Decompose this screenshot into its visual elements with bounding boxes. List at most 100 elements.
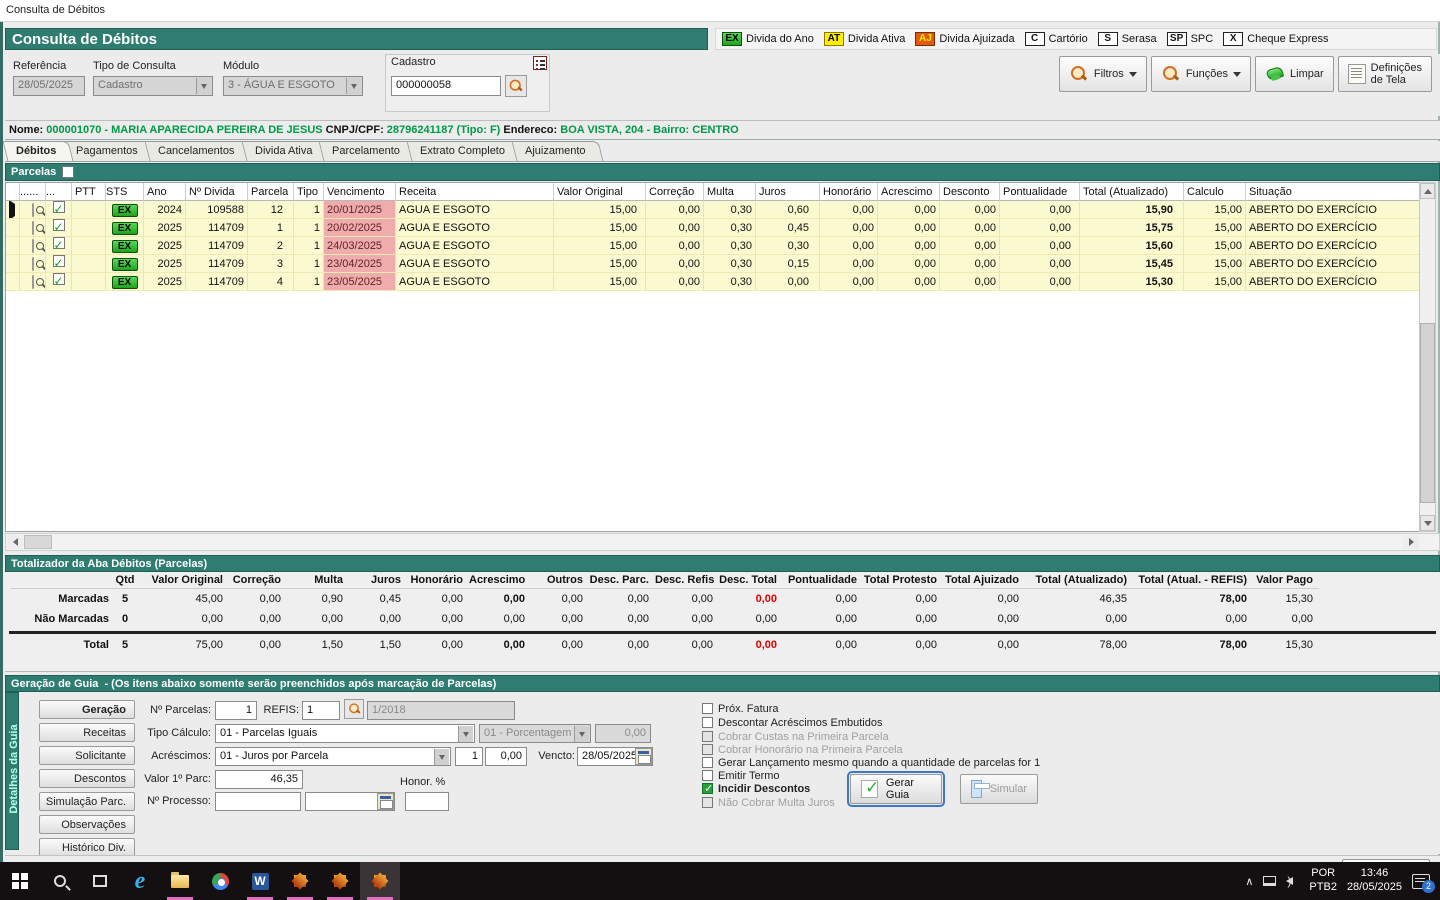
app-button-3[interactable] bbox=[360, 862, 400, 900]
funcoes-button[interactable]: Funções bbox=[1151, 56, 1251, 92]
tipo-consulta-select[interactable]: Cadastro bbox=[93, 76, 213, 96]
simular-button[interactable]: Simular bbox=[960, 774, 1038, 804]
referencia-label: Referência bbox=[13, 60, 66, 72]
search-icon bbox=[54, 875, 66, 887]
calendar-icon[interactable] bbox=[635, 748, 652, 765]
scrollbar-thumb[interactable] bbox=[24, 535, 52, 549]
descontos-button[interactable]: Descontos bbox=[39, 769, 135, 788]
windows-icon bbox=[12, 873, 28, 889]
tray-expand-icon[interactable]: ∧ bbox=[1245, 875, 1253, 888]
row-checkbox[interactable] bbox=[53, 237, 65, 249]
magnifier-icon[interactable] bbox=[32, 221, 34, 235]
file-explorer-button[interactable] bbox=[160, 862, 200, 900]
modulo-select[interactable]: 3 - ÁGUA E ESGOTO bbox=[223, 76, 363, 96]
checkbox-nao-cobrar-multa[interactable]: Não Cobrar Multa Juros bbox=[702, 796, 835, 809]
magnifier-icon[interactable] bbox=[32, 257, 34, 271]
detalhes-guia-tab[interactable]: Detalhes da Guia bbox=[5, 692, 19, 850]
table-row[interactable]: EX 2024 109588 12 1 20/01/2025 AGUA E ES… bbox=[6, 201, 1423, 219]
solicitante-button[interactable]: Solicitante bbox=[39, 746, 135, 765]
row-checkbox[interactable] bbox=[53, 201, 65, 213]
refis-field[interactable]: 1 bbox=[302, 701, 340, 720]
app-button-1[interactable] bbox=[280, 862, 320, 900]
checkbox-gerar-lancamento[interactable]: Gerar Lançamento mesmo quando a quantida… bbox=[702, 756, 1040, 769]
magnifier-icon[interactable] bbox=[32, 239, 34, 253]
totalizador-bar: Totalizador da Aba Débitos (Parcelas) bbox=[5, 555, 1440, 572]
legend-serasa: SSerasa bbox=[1098, 32, 1157, 46]
checkbox-emitir-termo[interactable]: Emitir Termo bbox=[702, 769, 780, 782]
list-icon[interactable] bbox=[533, 56, 547, 70]
parcelas-select-all-checkbox[interactable] bbox=[62, 166, 74, 178]
internet-explorer-button[interactable]: e bbox=[120, 862, 160, 900]
definicoes-tela-button[interactable]: Definiçõesde Tela bbox=[1338, 56, 1432, 92]
checkbox-cobrar-honorario[interactable]: Cobrar Honorário na Primeira Parcela bbox=[702, 743, 903, 756]
honor-field[interactable] bbox=[405, 792, 449, 811]
chevron-down-icon bbox=[1233, 72, 1241, 77]
refis-label: REFIS: bbox=[261, 704, 299, 716]
tab-cancelamentos[interactable]: Cancelamentos bbox=[145, 141, 252, 161]
observacoes-button[interactable]: Observações bbox=[39, 815, 135, 834]
nome-value: 000001070 - MARIA APARECIDA PEREIRA DE J… bbox=[46, 124, 322, 136]
processo-field[interactable] bbox=[215, 792, 301, 811]
magnifier-icon[interactable] bbox=[32, 275, 34, 289]
row-checkbox[interactable] bbox=[53, 273, 65, 285]
calculator-icon bbox=[971, 780, 982, 798]
tab-extrato-completo[interactable]: Extrato Completo bbox=[406, 141, 522, 161]
acrescimos-value-field[interactable]: 0,00 bbox=[485, 747, 527, 766]
calendar-icon[interactable] bbox=[377, 793, 394, 810]
refis-search-button[interactable] bbox=[344, 699, 364, 719]
row-checkbox[interactable] bbox=[53, 255, 65, 267]
table-row[interactable]: EX 2025 114709 1 1 20/02/2025 AGUA E ESG… bbox=[6, 219, 1423, 237]
start-button[interactable] bbox=[0, 862, 40, 900]
cadastro-search-button[interactable] bbox=[505, 75, 527, 97]
cadastro-field[interactable]: 000000058 bbox=[391, 76, 501, 96]
geracao-button[interactable]: Geração bbox=[39, 700, 135, 719]
table-row[interactable]: EX 2025 114709 3 1 23/04/2025 AGUA E ESG… bbox=[6, 255, 1423, 273]
filtros-button[interactable]: Filtros bbox=[1059, 56, 1147, 92]
scroll-right-icon[interactable] bbox=[1403, 535, 1419, 549]
grid-header-row: ...... ... PTT STS Ano Nº Divida Parcela… bbox=[6, 183, 1423, 201]
taskbar-search-button[interactable] bbox=[40, 862, 80, 900]
notifications-icon[interactable]: 2 bbox=[1412, 874, 1430, 889]
checkbox-descontar-acrescimos[interactable]: Descontar Acréscimos Embutidos bbox=[702, 716, 882, 729]
scroll-up-icon[interactable] bbox=[1420, 183, 1435, 199]
scroll-left-icon[interactable] bbox=[7, 535, 23, 549]
speaker-icon[interactable] bbox=[1286, 877, 1293, 885]
referencia-field[interactable]: 28/05/2025 bbox=[13, 76, 85, 96]
magnifier-icon[interactable] bbox=[32, 203, 34, 217]
clock[interactable]: 13:4628/05/2025 bbox=[1347, 867, 1402, 895]
app-star-icon bbox=[292, 873, 308, 889]
checkbox-incidir-descontos[interactable]: Incidir Descontos bbox=[702, 782, 810, 795]
acrescimos-n-field[interactable]: 1 bbox=[455, 747, 483, 766]
table-row[interactable]: EX 2025 114709 4 1 23/05/2025 AGUA E ESG… bbox=[6, 273, 1423, 291]
language-indicator[interactable]: PORPTB2 bbox=[1309, 867, 1337, 895]
tab-divida-ativa[interactable]: Divida Ativa bbox=[241, 141, 329, 161]
chevron-down-icon bbox=[458, 726, 473, 742]
network-icon[interactable] bbox=[1263, 876, 1276, 886]
n-parcelas-field[interactable]: 1 bbox=[215, 701, 257, 720]
table-row[interactable]: EX 2025 114709 2 1 24/03/2025 AGUA E ESG… bbox=[6, 237, 1423, 255]
horizontal-scrollbar[interactable] bbox=[5, 533, 1440, 551]
word-button[interactable]: W bbox=[240, 862, 280, 900]
tab-pagamentos[interactable]: Pagamentos bbox=[63, 141, 156, 161]
task-view-button[interactable] bbox=[80, 862, 120, 900]
check-icon bbox=[861, 780, 878, 798]
tab-debitos[interactable]: Débitos bbox=[3, 141, 74, 161]
row-checkbox[interactable] bbox=[53, 219, 65, 231]
simulacao-parc-button[interactable]: Simulação Parc. bbox=[39, 792, 135, 811]
vertical-scrollbar[interactable] bbox=[1419, 182, 1436, 532]
tab-ajuizamento[interactable]: Ajuizamento bbox=[511, 141, 603, 161]
checkbox-prox-fatura[interactable]: Próx. Fatura bbox=[702, 702, 779, 715]
tipo-calculo-select[interactable]: 01 - Parcelas Iguais bbox=[215, 724, 475, 743]
scroll-down-icon[interactable] bbox=[1420, 515, 1435, 531]
gerar-guia-button[interactable]: Gerar Guia bbox=[850, 774, 942, 804]
scrollbar-thumb[interactable] bbox=[1420, 323, 1435, 503]
app-button-2[interactable] bbox=[320, 862, 360, 900]
acrescimos-select[interactable]: 01 - Juros por Parcela bbox=[215, 747, 451, 766]
valor1-field[interactable]: 46,35 bbox=[215, 770, 303, 789]
limpar-button[interactable]: Limpar bbox=[1255, 56, 1334, 92]
receitas-button[interactable]: Receitas bbox=[39, 723, 135, 742]
checkbox-cobrar-custas[interactable]: Cobrar Custas na Primeira Parcela bbox=[702, 730, 889, 743]
nome-label: Nome: bbox=[9, 124, 43, 136]
chrome-button[interactable] bbox=[200, 862, 240, 900]
tab-parcelamento[interactable]: Parcelamento bbox=[319, 141, 418, 161]
